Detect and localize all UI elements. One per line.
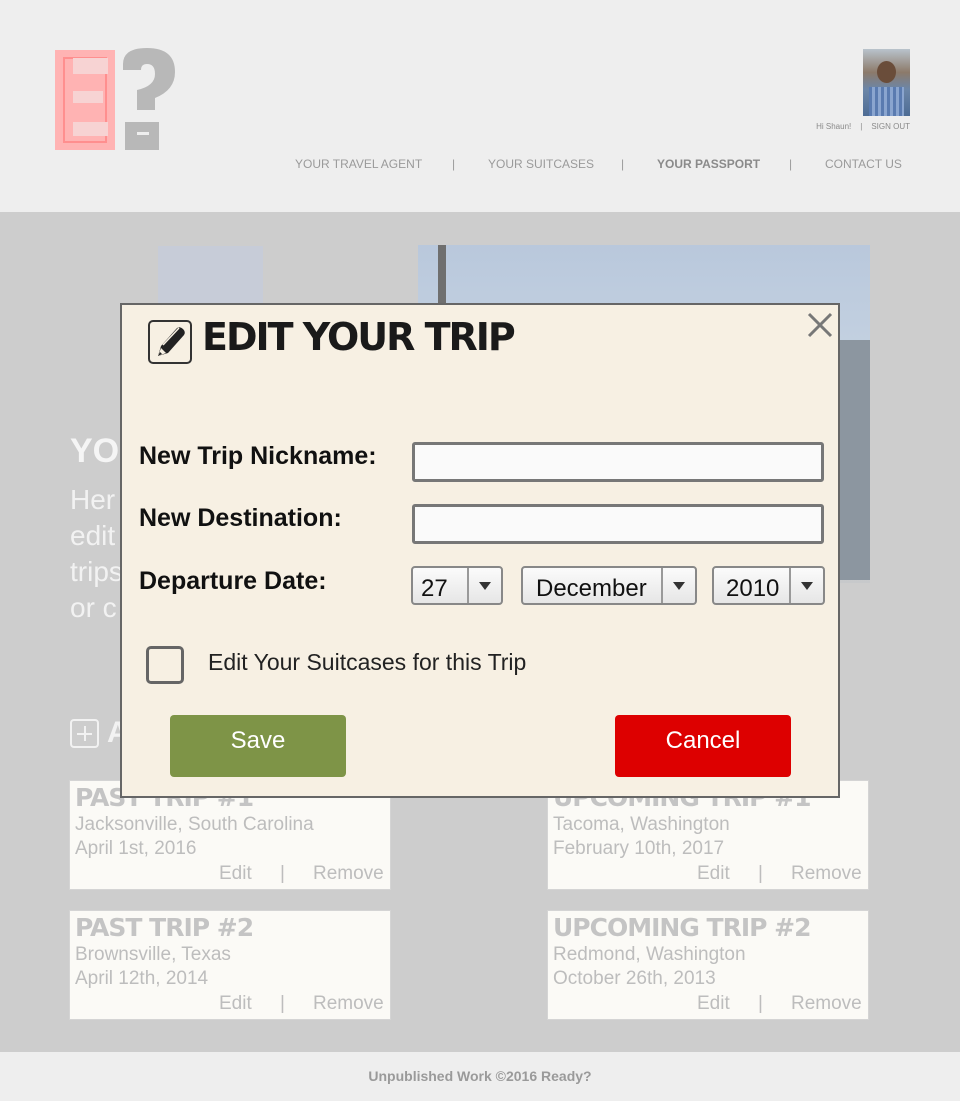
avatar-shirt bbox=[869, 87, 904, 116]
trip-date: April 1st, 2016 bbox=[75, 838, 197, 859]
trip-details: Redmond, Washington October 26th, 2013 bbox=[553, 943, 746, 991]
avatar-face bbox=[877, 61, 896, 83]
month-select[interactable]: December bbox=[521, 566, 697, 605]
trip-card-upcoming-2: UPCOMING TRIP #2 Redmond, Washington Oct… bbox=[547, 910, 869, 1020]
year-value: 2010 bbox=[726, 575, 780, 602]
action-separator: | bbox=[280, 993, 285, 1014]
trip-place: Redmond, Washington bbox=[553, 944, 746, 965]
nav-your-suitcases[interactable]: YOUR SUITCASES bbox=[488, 157, 594, 171]
passport-heading: YO bbox=[70, 432, 120, 470]
trip-details: Brownsville, Texas April 12th, 2014 bbox=[75, 943, 231, 991]
nav-your-travel-agent[interactable]: YOUR TRAVEL AGENT bbox=[295, 157, 422, 171]
nav-separator: | bbox=[789, 157, 793, 171]
chevron-down-icon[interactable] bbox=[661, 568, 695, 603]
destination-label: New Destination: bbox=[139, 504, 342, 532]
remove-trip-link[interactable]: Remove bbox=[791, 993, 862, 1015]
trip-date: February 10th, 2017 bbox=[553, 838, 725, 859]
trip-place: Tacoma, Washington bbox=[553, 814, 730, 835]
edit-suitcases-label[interactable]: Edit Your Suitcases for this Trip bbox=[208, 649, 526, 676]
destination-input[interactable] bbox=[412, 504, 824, 544]
trip-details: Tacoma, Washington February 10th, 2017 bbox=[553, 813, 730, 861]
edit-trip-link[interactable]: Edit bbox=[219, 863, 252, 885]
remove-trip-link[interactable]: Remove bbox=[313, 993, 384, 1015]
edit-trip-link[interactable]: Edit bbox=[219, 993, 252, 1015]
departure-date-label: Departure Date: bbox=[139, 567, 327, 595]
nav-your-passport[interactable]: YOUR PASSPORT bbox=[657, 157, 760, 171]
user-links: Hi Shaun! | SIGN OUT bbox=[816, 122, 910, 131]
pencil-icon bbox=[148, 320, 192, 364]
day-select[interactable]: 27 bbox=[411, 566, 503, 605]
sign-out-link[interactable]: SIGN OUT bbox=[871, 122, 910, 131]
action-separator: | bbox=[758, 993, 763, 1014]
footer-text: Unpublished Work ©2016 Ready? bbox=[368, 1068, 592, 1084]
action-separator: | bbox=[280, 863, 285, 884]
nav-contact-us[interactable]: CONTACT US bbox=[825, 157, 902, 171]
chevron-down-icon[interactable] bbox=[467, 568, 501, 603]
save-button[interactable]: Save bbox=[170, 715, 346, 777]
trip-title: UPCOMING TRIP #2 bbox=[553, 913, 812, 942]
modal-title: EDIT YOUR TRIP bbox=[202, 315, 516, 359]
nickname-label: New Trip Nickname: bbox=[139, 442, 377, 470]
user-avatar[interactable] bbox=[863, 49, 910, 116]
user-links-separator: | bbox=[860, 122, 863, 131]
edit-trip-modal: EDIT YOUR TRIP New Trip Nickname: New De… bbox=[120, 303, 840, 798]
add-trip-icon[interactable] bbox=[70, 719, 99, 748]
site-footer: Unpublished Work ©2016 Ready? bbox=[0, 1052, 960, 1101]
edit-trip-link[interactable]: Edit bbox=[697, 993, 730, 1015]
building-shape bbox=[838, 340, 870, 580]
month-value: December bbox=[536, 575, 647, 602]
trip-details: Jacksonville, South Carolina April 1st, … bbox=[75, 813, 314, 861]
trip-date: April 12th, 2014 bbox=[75, 968, 209, 989]
edit-trip-link[interactable]: Edit bbox=[697, 863, 730, 885]
site-header: Hi Shaun! | SIGN OUT YOUR TRAVEL AGENT | Y… bbox=[0, 0, 960, 212]
day-value: 27 bbox=[421, 575, 448, 602]
remove-trip-link[interactable]: Remove bbox=[791, 863, 862, 885]
greeting-text: Hi Shaun! bbox=[816, 122, 852, 131]
trip-place: Jacksonville, South Carolina bbox=[75, 814, 314, 835]
trip-date: October 26th, 2013 bbox=[553, 968, 716, 989]
year-select[interactable]: 2010 bbox=[712, 566, 825, 605]
logo[interactable] bbox=[55, 46, 180, 152]
cancel-button[interactable]: Cancel bbox=[615, 715, 791, 777]
close-icon[interactable] bbox=[805, 310, 835, 340]
trip-place: Brownsville, Texas bbox=[75, 944, 231, 965]
edit-suitcases-checkbox[interactable] bbox=[146, 646, 184, 684]
trip-title: PAST TRIP #2 bbox=[75, 913, 254, 942]
action-separator: | bbox=[758, 863, 763, 884]
trip-card-past-2: PAST TRIP #2 Brownsville, Texas April 12… bbox=[69, 910, 391, 1020]
nav-separator: | bbox=[621, 157, 625, 171]
nickname-input[interactable] bbox=[412, 442, 824, 482]
chevron-down-icon[interactable] bbox=[789, 568, 823, 603]
nav-separator: | bbox=[452, 157, 456, 171]
remove-trip-link[interactable]: Remove bbox=[313, 863, 384, 885]
